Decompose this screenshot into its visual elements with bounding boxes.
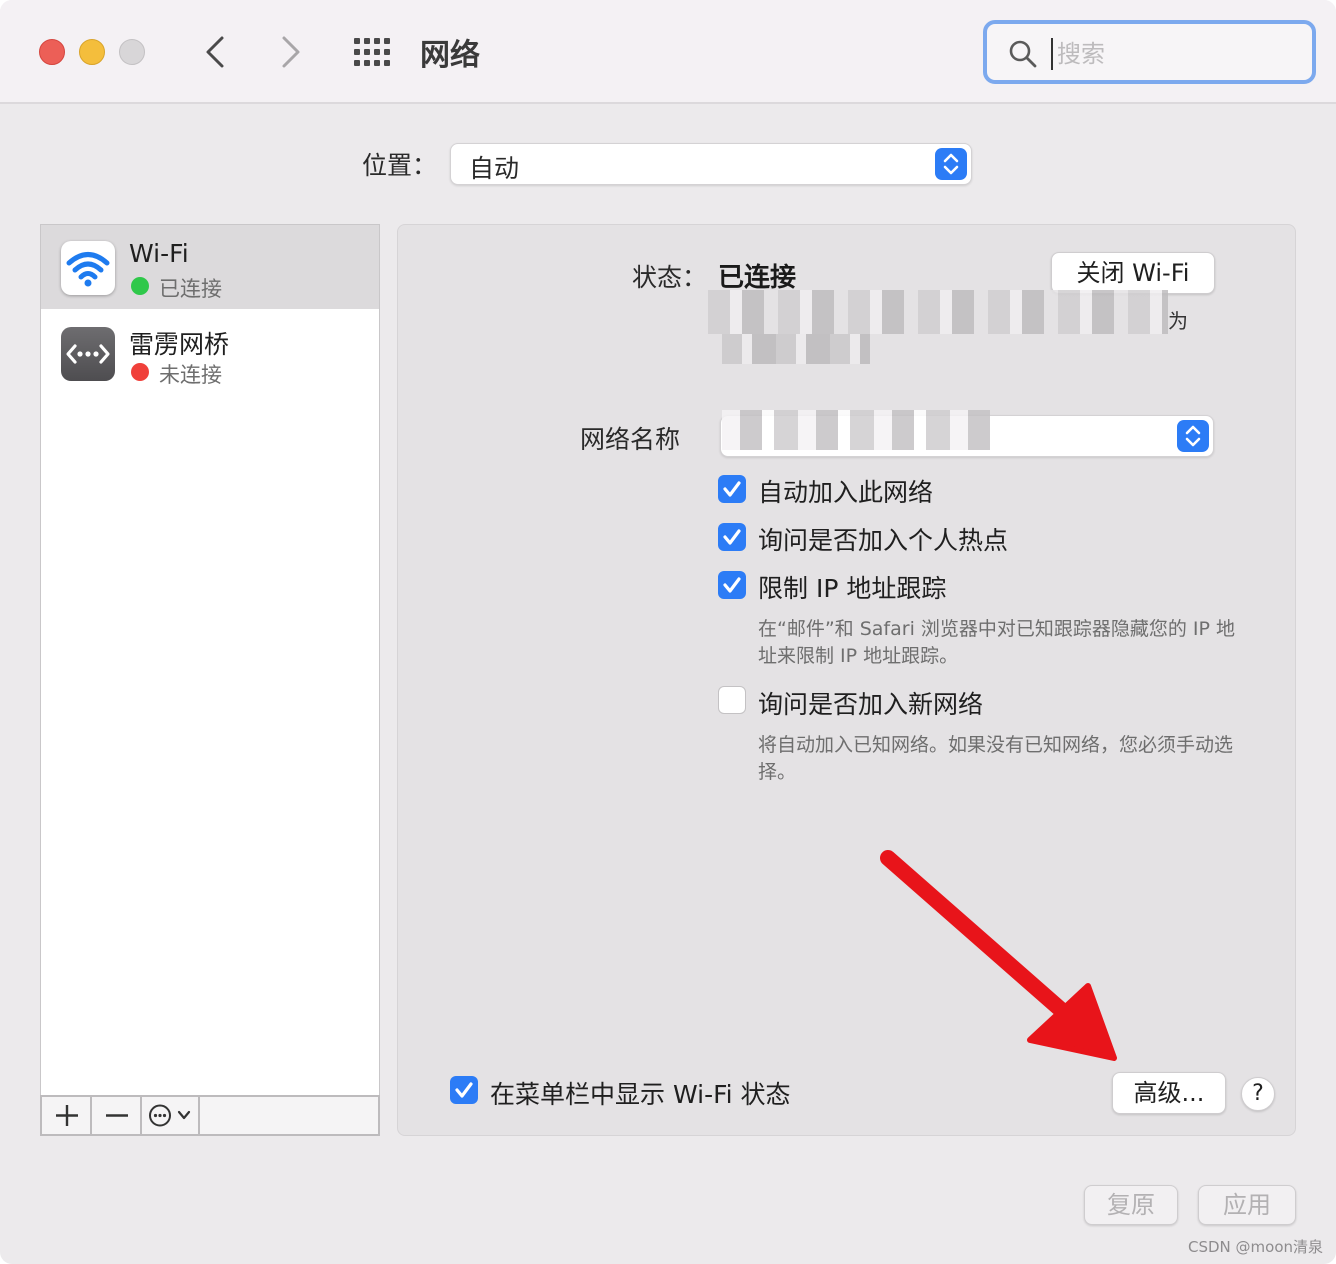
redacted-status-detail (722, 334, 870, 364)
service-name: 雷雳网桥 (129, 330, 230, 359)
ask-new-network-checkbox[interactable] (718, 686, 746, 714)
select-stepper-icon (935, 148, 967, 180)
close-window-button[interactable] (39, 39, 65, 65)
zoom-window-button[interactable] (119, 39, 145, 65)
window-title: 网络 (420, 38, 480, 73)
titlebar: 网络 (0, 0, 1336, 104)
service-status: 已连接 (159, 277, 222, 301)
apply-button[interactable]: 应用 (1198, 1185, 1296, 1225)
search-field[interactable] (983, 20, 1316, 84)
forward-button[interactable] (272, 30, 312, 74)
checkmark-icon (723, 577, 741, 593)
show-in-menubar-label: 在菜单栏中显示 Wi-Fi 状态 (490, 1080, 791, 1109)
limit-ip-tracking-description: 在“邮件”和 Safari 浏览器中对已知跟踪器隐藏您的 IP 地址来限制 IP… (758, 618, 1236, 667)
wifi-icon (61, 241, 115, 295)
service-item-thunderbolt-bridge[interactable]: 雷雳网桥 未连接 (41, 311, 379, 395)
service-list-toolbar (40, 1095, 380, 1136)
grid-icon (354, 38, 390, 66)
checkmark-icon (723, 529, 741, 545)
network-preferences-window: 网络 位置： 自动 (0, 0, 1336, 1264)
ask-new-network-label: 询问是否加入新网络 (758, 690, 984, 719)
redacted-network-name (722, 410, 990, 450)
service-status: 未连接 (159, 363, 222, 387)
status-label: 状态： (632, 263, 708, 292)
location-select[interactable]: 自动 (450, 143, 972, 185)
advanced-button[interactable]: 高级... (1112, 1072, 1226, 1114)
back-button[interactable] (196, 30, 236, 74)
service-list: Wi-Fi 已连接 雷雳网桥 未连接 (40, 224, 380, 1096)
search-input[interactable] (1057, 34, 1297, 74)
ellipsis-circle-icon (149, 1104, 191, 1127)
add-service-button[interactable] (42, 1097, 92, 1134)
auto-join-label: 自动加入此网络 (758, 478, 934, 507)
thunderbolt-bridge-icon (61, 327, 115, 381)
service-item-wifi[interactable]: Wi-Fi 已连接 (41, 225, 379, 309)
ask-new-network-description: 将自动加入已知网络。如果没有已知网络，您必须手动选择。 (758, 734, 1234, 783)
chevron-right-icon (282, 36, 300, 68)
search-icon (1009, 40, 1037, 68)
ask-hotspot-label: 询问是否加入个人热点 (758, 526, 1009, 555)
show-in-menubar-checkbox[interactable] (450, 1076, 478, 1104)
status-value: 已连接 (718, 263, 797, 293)
limit-ip-tracking-label: 限制 IP 地址跟踪 (758, 574, 947, 603)
status-detail-fragment: 为 (1168, 309, 1188, 333)
checkmark-icon (723, 481, 741, 497)
plus-icon (56, 1105, 78, 1126)
auto-join-checkbox[interactable] (718, 475, 746, 503)
status-dot-disconnected (131, 363, 149, 381)
select-stepper-icon (1177, 420, 1209, 452)
ask-hotspot-checkbox[interactable] (718, 523, 746, 551)
location-label: 位置： (362, 151, 438, 180)
red-arrow-annotation (880, 850, 1117, 1061)
service-name: Wi-Fi (129, 239, 189, 268)
service-actions-menu[interactable] (142, 1097, 200, 1134)
help-button[interactable]: ? (1241, 1077, 1275, 1111)
remove-service-button[interactable] (92, 1097, 142, 1134)
limit-ip-tracking-checkbox[interactable] (718, 571, 746, 599)
revert-button[interactable]: 复原 (1084, 1185, 1178, 1225)
show-all-button[interactable] (352, 36, 392, 68)
checkmark-icon (455, 1082, 473, 1098)
network-name-label: 网络名称 (580, 425, 681, 454)
redacted-status-detail (708, 290, 1168, 334)
turn-off-wifi-button[interactable]: 关闭 Wi-Fi (1051, 252, 1215, 294)
chevron-left-icon (206, 36, 224, 68)
location-value: 自动 (469, 154, 520, 183)
watermark: CSDN @moon清泉 (1188, 1238, 1324, 1256)
text-caret (1051, 38, 1053, 70)
status-dot-connected (131, 277, 149, 295)
minus-icon (106, 1114, 128, 1117)
minimize-window-button[interactable] (79, 39, 105, 65)
